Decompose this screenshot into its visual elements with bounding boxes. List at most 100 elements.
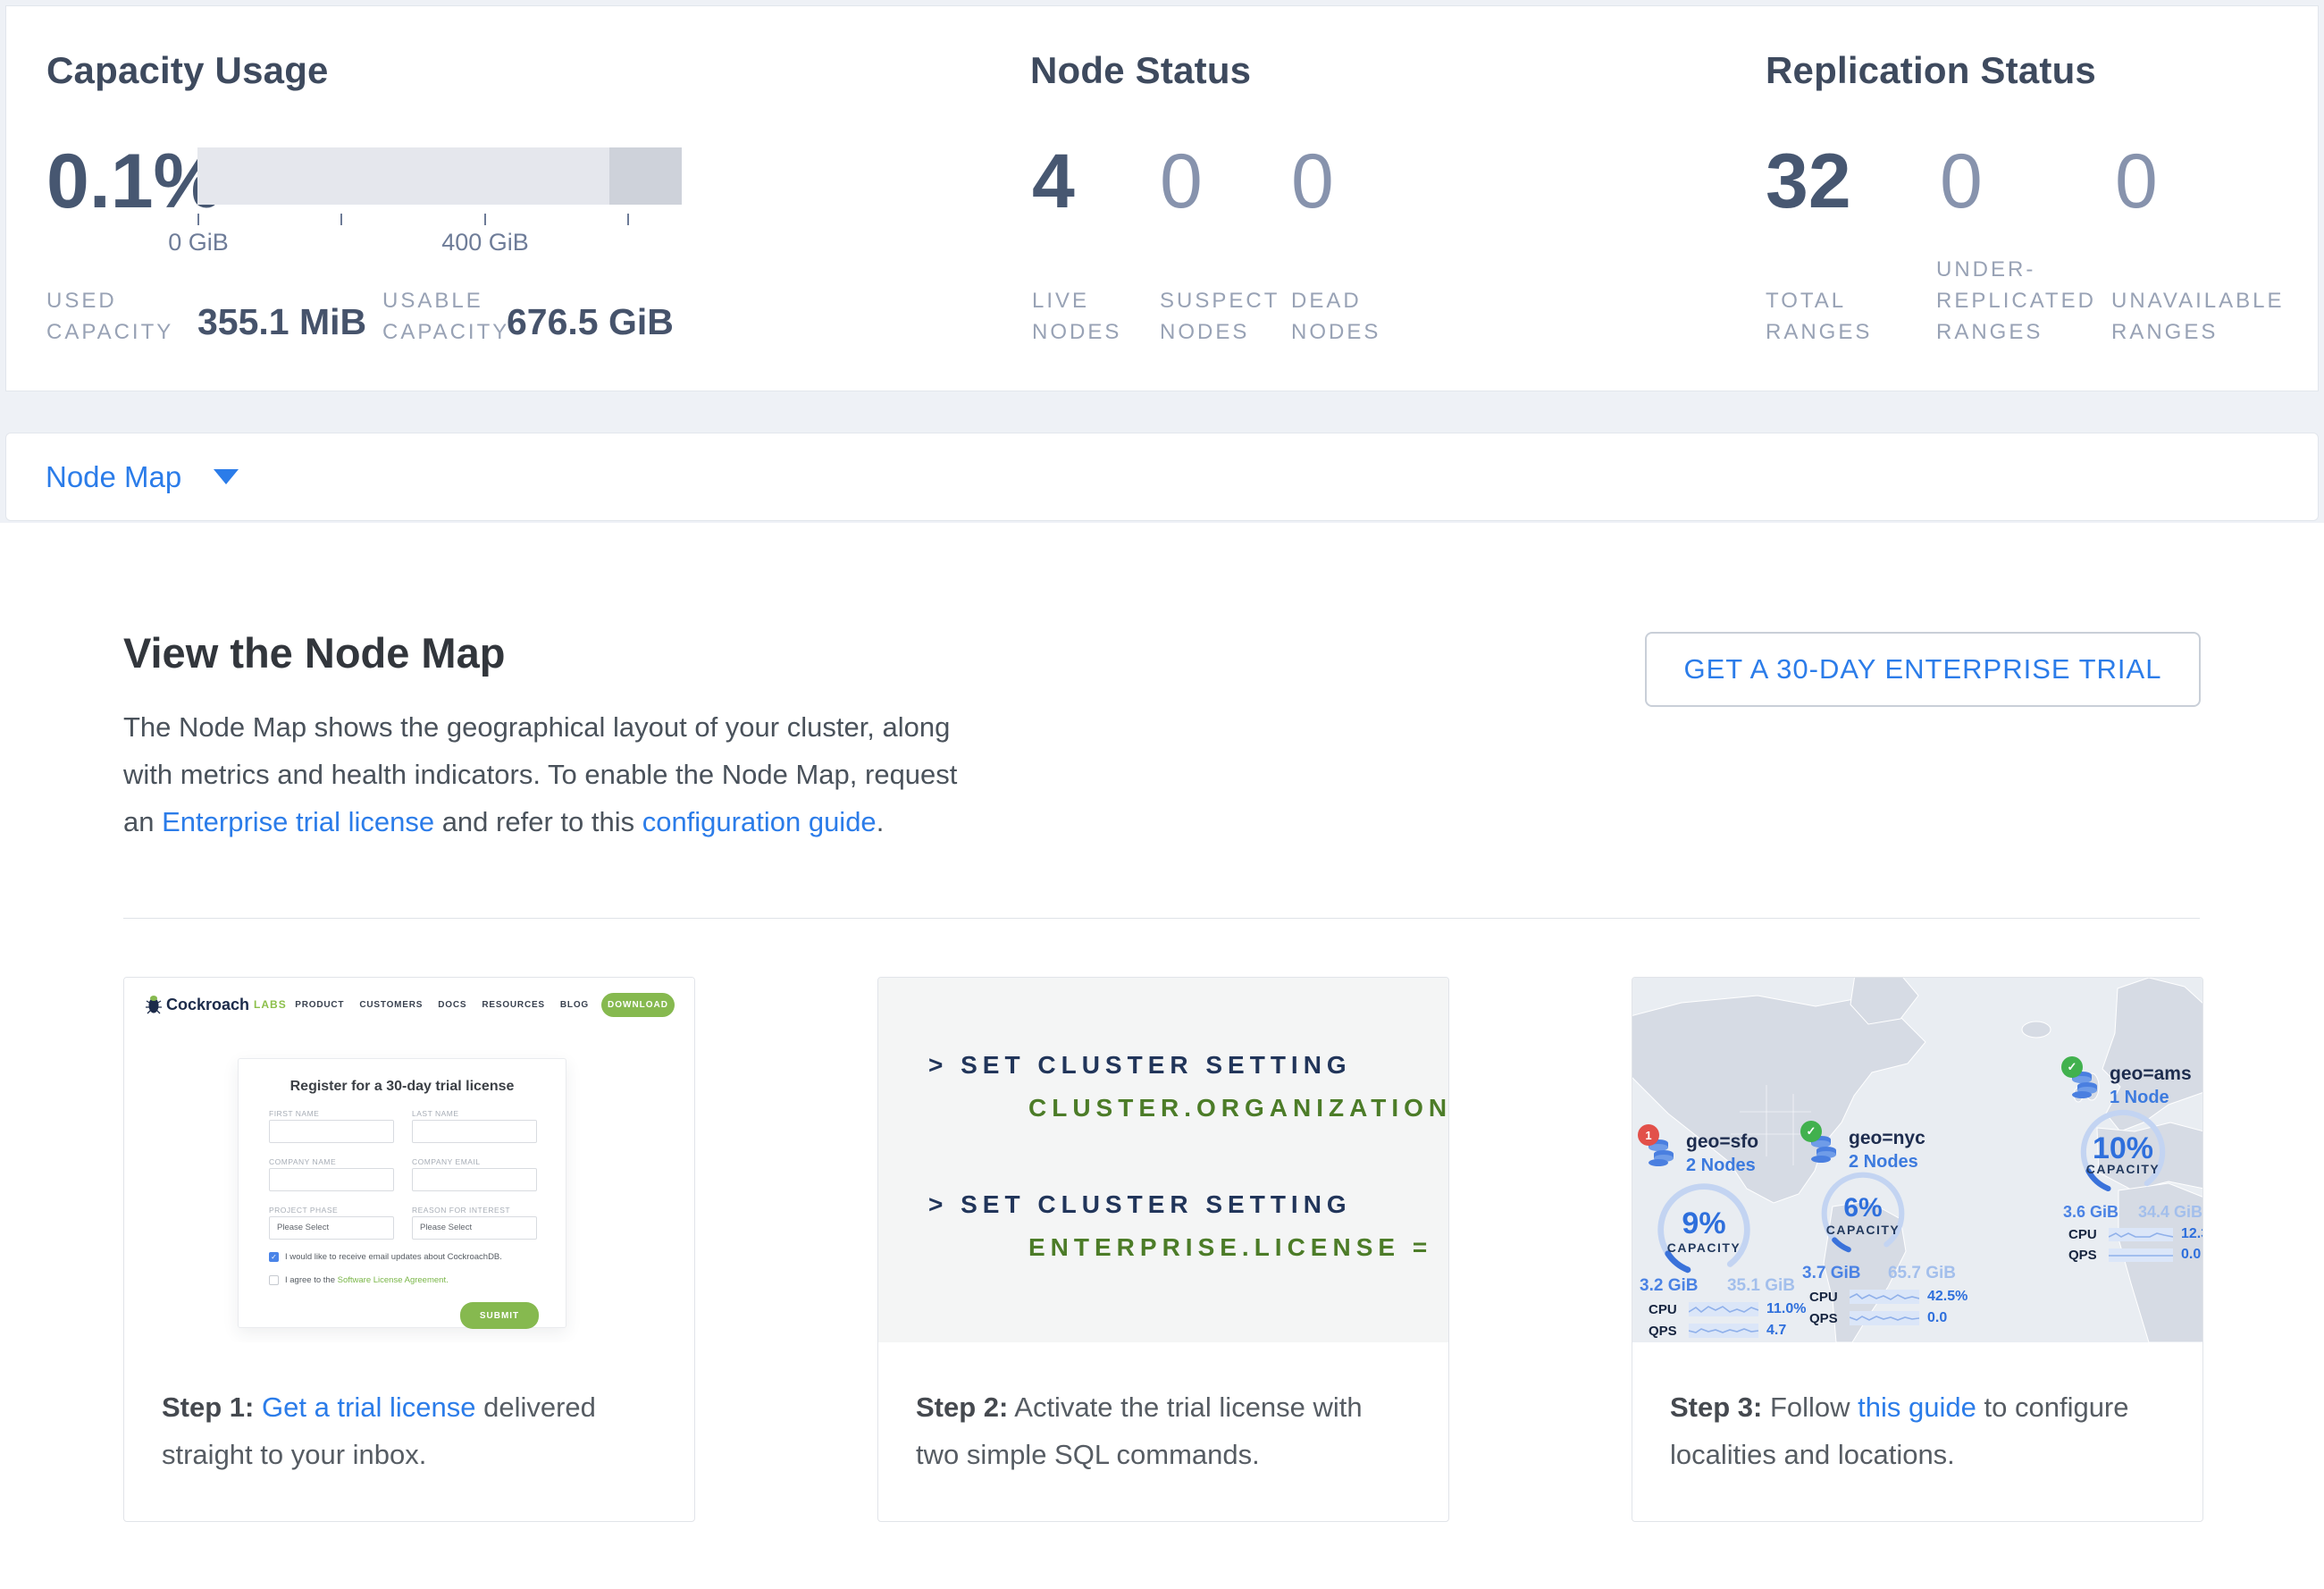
- total-ranges-count: 32: [1766, 139, 1851, 224]
- cockroach-bug-icon: [146, 994, 162, 1015]
- text-field: [269, 1168, 394, 1191]
- qps-label: QPS: [1649, 1324, 1681, 1339]
- page-title: View the Node Map: [123, 628, 505, 677]
- total-capacity: 65.7 GiB: [1888, 1264, 1956, 1283]
- qps-sparkline: [1689, 1324, 1758, 1338]
- unavailable-ranges-label: UNAVAILABLE RANGES: [2111, 285, 2277, 348]
- axis-tick-label: 400 GiB: [414, 229, 557, 256]
- healthy-badge: ✓: [1800, 1121, 1822, 1142]
- replication-status-title: Replication Status: [1766, 49, 2096, 92]
- checkbox-unchecked-icon: [269, 1275, 279, 1285]
- node-map-thumbnail: 1 geo=sfo 2 N: [1632, 978, 2202, 1342]
- step-label: Step 2:: [916, 1391, 1008, 1423]
- sql-line: ENTERPRISE.LICENSE =: [1028, 1233, 1432, 1262]
- text-field: [412, 1168, 537, 1191]
- live-nodes-count: 4: [1032, 139, 1075, 224]
- step3-card: 1 geo=sfo 2 N: [1632, 977, 2203, 1522]
- configuration-guide-link[interactable]: configuration guide: [642, 806, 877, 837]
- description-text: .: [877, 806, 885, 837]
- used-capacity-label: USED CAPACITY: [46, 285, 180, 348]
- cpu-label: CPU: [1649, 1302, 1681, 1317]
- capacity-bar-chart: [197, 147, 682, 205]
- locality-name: geo=nyc: [1849, 1128, 1959, 1149]
- enterprise-trial-license-link[interactable]: Enterprise trial license: [162, 806, 434, 837]
- node-map-dropdown[interactable]: Node Map: [46, 433, 239, 520]
- total-capacity: 34.4 GiB: [2138, 1203, 2202, 1222]
- checkbox-label: I agree to the Software License Agreemen…: [285, 1275, 449, 1285]
- live-nodes-label: LIVE NODES: [1032, 285, 1139, 348]
- field-label: FIRST NAME: [269, 1109, 319, 1118]
- download-button: DOWNLOAD: [601, 993, 675, 1017]
- trial-license-site-thumbnail: Cockroach LABS PRODUCT CUSTOMERS DOCS RE…: [124, 978, 694, 1342]
- capacity-percent: 6%: [1816, 1193, 1909, 1223]
- nav-item: BLOG: [560, 1000, 589, 1010]
- brand-suffix: LABS: [254, 998, 287, 1011]
- brand-name: Cockroach: [166, 996, 249, 1014]
- cpu-value: 12.3%: [2181, 1226, 2202, 1242]
- get-trial-license-link[interactable]: Get a trial license: [262, 1391, 476, 1423]
- step-label: Step 1:: [162, 1391, 254, 1423]
- cpu-value: 42.5%: [1927, 1289, 1967, 1305]
- field-label: PROJECT PHASE: [269, 1206, 338, 1215]
- dead-nodes-count: 0: [1291, 139, 1334, 224]
- used-capacity: 3.7 GiB: [1802, 1264, 1860, 1283]
- text-field: [412, 1120, 537, 1143]
- step-label: Step 3:: [1670, 1391, 1762, 1423]
- node-status-title: Node Status: [1030, 49, 1251, 92]
- map-node-sfo: 1 geo=sfo 2 N: [1640, 1131, 1800, 1178]
- trial-register-form: Register for a 30-day trial license FIRS…: [238, 1058, 566, 1328]
- map-node-ams: ✓ geo=ams 1 N: [2063, 1064, 2202, 1110]
- field-label: LAST NAME: [412, 1109, 459, 1118]
- sql-commands-thumbnail: > SET CLUSTER SETTING CLUSTER.ORGANIZATI…: [878, 978, 1448, 1342]
- axis-tick: [340, 214, 342, 225]
- sql-line: > SET CLUSTER SETTING: [928, 1051, 1352, 1080]
- under-replicated-label: UNDER-REPLICATED RANGES: [1936, 254, 2097, 348]
- cpu-sparkline: [1689, 1302, 1758, 1316]
- text-field: [269, 1120, 394, 1143]
- sql-line: CLUSTER.ORGANIZATION =: [1028, 1094, 1448, 1122]
- map-node-nyc: ✓ geo=nyc 2 N: [1802, 1128, 1959, 1174]
- view-selector-bar: Node Map: [5, 433, 2319, 521]
- license-agreement-link: Software License Agreement.: [338, 1275, 449, 1285]
- capacity-gauge: 9% CAPACITY: [1652, 1178, 1756, 1282]
- usable-capacity-label: USABLE CAPACITY: [382, 285, 525, 348]
- description-text: and refer to this: [434, 806, 642, 837]
- locality-name: geo=sfo: [1686, 1131, 1800, 1153]
- divider: [123, 918, 2200, 919]
- qps-value: 0.0: [2181, 1247, 2201, 1263]
- locality-node-count: 2 Nodes: [1686, 1156, 1800, 1176]
- node-map-info-section: View the Node Map The Node Map shows the…: [0, 523, 2324, 1589]
- total-ranges-label: TOTAL RANGES: [1766, 285, 1882, 348]
- cluster-summary-panel: Capacity Usage 0.1% 0 GiB 400 GiB USED C…: [5, 5, 2319, 391]
- healthy-badge: ✓: [2061, 1056, 2083, 1078]
- get-enterprise-trial-button[interactable]: GET A 30-DAY ENTERPRISE TRIAL: [1645, 632, 2201, 707]
- chevron-down-icon: [214, 469, 239, 484]
- nav-item: PRODUCT: [295, 1000, 344, 1010]
- field-label: COMPANY NAME: [269, 1157, 336, 1166]
- qps-value: 4.7: [1766, 1323, 1786, 1339]
- sql-line: > SET CLUSTER SETTING: [928, 1190, 1352, 1219]
- node-map-dropdown-label: Node Map: [46, 460, 181, 494]
- used-capacity-value: 355.1 MiB: [197, 301, 366, 343]
- cluster-overview-page: Capacity Usage 0.1% 0 GiB 400 GiB USED C…: [0, 0, 2324, 1589]
- this-guide-link[interactable]: this guide: [1858, 1391, 1976, 1423]
- total-capacity: 35.1 GiB: [1727, 1276, 1795, 1296]
- step1-caption: Step 1: Get a trial license delivered st…: [124, 1342, 694, 1522]
- capacity-percent: 0.1%: [46, 139, 222, 224]
- checkbox-label: I would like to receive email updates ab…: [285, 1252, 502, 1262]
- qps-sparkline: [1850, 1311, 1919, 1325]
- warning-badge: 1: [1638, 1124, 1659, 1146]
- capacity-gauge: 10% CAPACITY: [2076, 1105, 2170, 1199]
- under-replicated-count: 0: [1940, 139, 1983, 224]
- cpu-value: 11.0%: [1766, 1301, 1806, 1317]
- capacity-usage-title: Capacity Usage: [46, 49, 329, 92]
- capacity-label: CAPACITY: [1652, 1240, 1756, 1255]
- suspect-nodes-count: 0: [1160, 139, 1203, 224]
- locality-name: geo=ams: [2110, 1064, 2202, 1085]
- dead-nodes-label: DEAD NODES: [1291, 285, 1398, 348]
- nav-item: RESOURCES: [482, 1000, 545, 1010]
- cpu-label: CPU: [2068, 1227, 2101, 1242]
- qps-sparkline: [2109, 1248, 2173, 1262]
- form-title: Register for a 30-day trial license: [239, 1079, 566, 1095]
- axis-tick-label: 0 GiB: [127, 229, 270, 256]
